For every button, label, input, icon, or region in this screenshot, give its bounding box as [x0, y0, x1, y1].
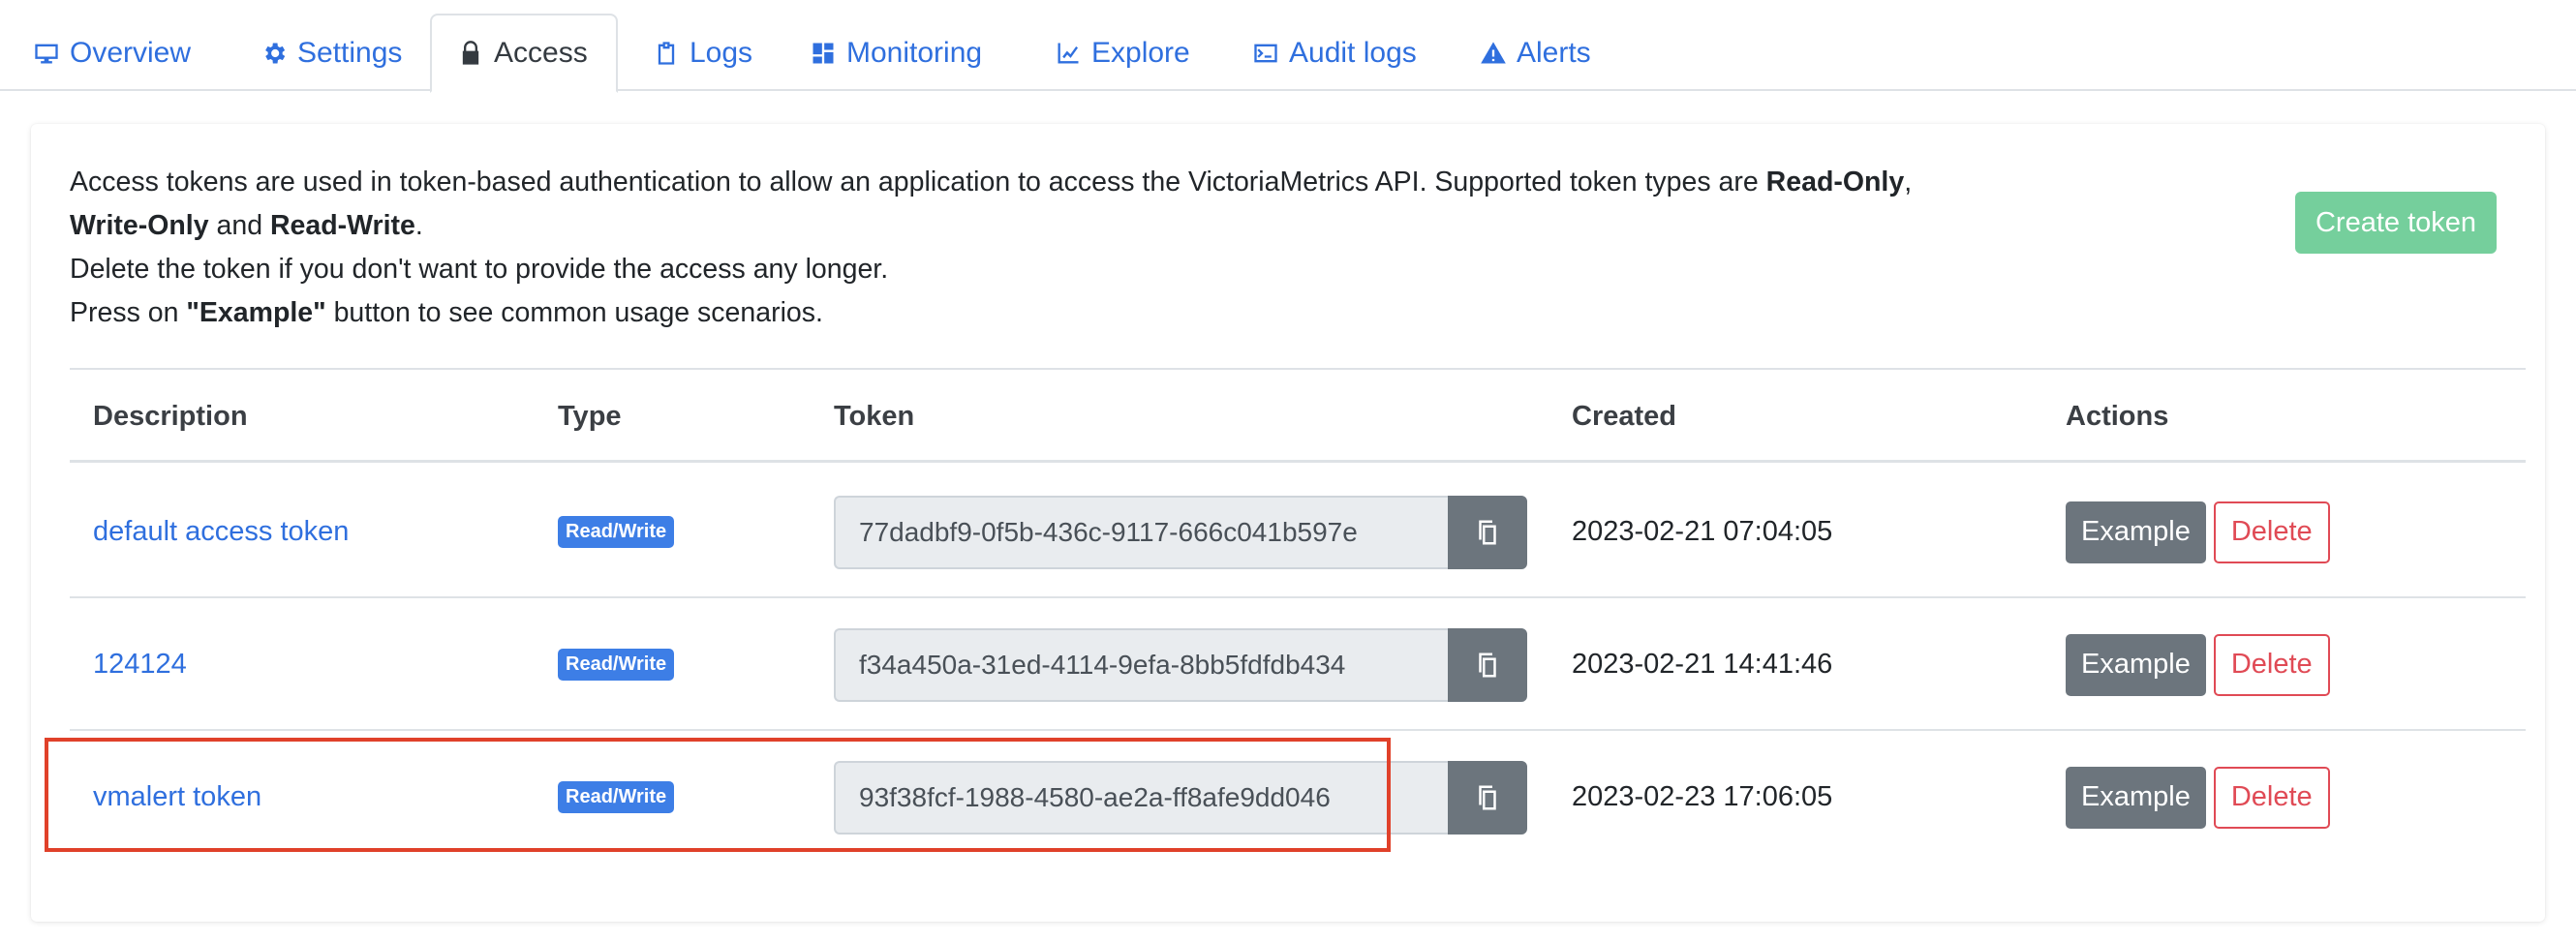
- intro-text: ,: [1904, 167, 1913, 197]
- token-value-field[interactable]: 93f38fcf-1988-4580-ae2a-ff8afe9dd046: [834, 760, 1448, 835]
- tab-settings[interactable]: Settings: [235, 14, 427, 93]
- terminal-icon: [1254, 44, 1277, 63]
- table-row: default access token Read/Write 77dadbf9…: [70, 466, 2526, 598]
- intro-line-4: Press on "Example" button to see common …: [70, 291, 2026, 335]
- tab-alerts[interactable]: Alerts: [1455, 14, 1616, 93]
- access-description: Access tokens are used in token-based au…: [70, 161, 2026, 335]
- token-type-badge: Read/Write: [558, 781, 675, 813]
- column-header-actions: Actions: [2066, 400, 2169, 432]
- token-created-date: 2023-02-21 07:04:05: [1572, 516, 1833, 547]
- token-type-badge: Read/Write: [558, 649, 675, 681]
- tab-bar: Overview Settings Access Logs Monitoring…: [0, 0, 2576, 93]
- column-header-token: Token: [834, 400, 915, 432]
- intro-line-2: Write-Only and Read-Write.: [70, 204, 2026, 248]
- delete-button[interactable]: Delete: [2213, 766, 2330, 829]
- token-description-link[interactable]: vmalert token: [93, 781, 261, 813]
- tab-label: Monitoring: [846, 37, 983, 69]
- tab-label: Logs: [690, 37, 753, 69]
- column-header-type: Type: [558, 400, 622, 432]
- tab-monitoring[interactable]: Monitoring: [784, 14, 1007, 93]
- tab-overview[interactable]: Overview: [8, 14, 216, 93]
- copy-token-button[interactable]: [1448, 495, 1527, 569]
- create-token-button[interactable]: Create token: [2295, 192, 2497, 254]
- tab-label: Overview: [70, 37, 192, 69]
- clipboard-icon: [658, 42, 675, 65]
- column-header-description: Description: [93, 400, 248, 432]
- copy-icon: [1479, 785, 1496, 809]
- intro-text: and: [208, 210, 270, 241]
- token-created-date: 2023-02-21 14:41:46: [1572, 649, 1833, 680]
- write-only-label: Write-Only: [70, 210, 209, 241]
- gear-icon: [265, 43, 286, 64]
- read-write-label: Read-Write: [269, 210, 415, 241]
- copy-token-button[interactable]: [1448, 760, 1527, 835]
- tab-label: Access: [494, 37, 588, 69]
- copy-token-button[interactable]: [1448, 627, 1527, 702]
- chart-line-icon: [1058, 43, 1079, 64]
- table-header: Description Type Token Created Actions: [70, 370, 2526, 463]
- token-type-badge: Read/Write: [558, 516, 675, 548]
- table-row: vmalert token Read/Write 93f38fcf-1988-4…: [70, 731, 2526, 864]
- tab-label: Audit logs: [1289, 37, 1417, 69]
- dashboard-icon: [813, 43, 834, 64]
- token-value-field[interactable]: 77dadbf9-0f5b-436c-9117-666c041b597e: [834, 495, 1448, 569]
- example-label: "Example": [186, 297, 326, 328]
- example-button[interactable]: Example: [2066, 501, 2206, 563]
- read-only-label: Read-Only: [1765, 167, 1905, 197]
- token-input-group: 77dadbf9-0f5b-436c-9117-666c041b597e: [834, 495, 1527, 569]
- tab-logs[interactable]: Logs: [628, 14, 778, 93]
- access-card: Access tokens are used in token-based au…: [31, 124, 2545, 922]
- intro-text: Press on: [70, 297, 187, 328]
- intro-text: .: [414, 210, 423, 241]
- example-button[interactable]: Example: [2066, 633, 2206, 696]
- token-description-link[interactable]: default access token: [93, 516, 349, 548]
- token-description-link[interactable]: 124124: [93, 649, 187, 681]
- token-input-group: 93f38fcf-1988-4580-ae2a-ff8afe9dd046: [834, 760, 1527, 835]
- warning-icon: [1481, 42, 1506, 64]
- example-button[interactable]: Example: [2066, 766, 2206, 829]
- copy-icon: [1479, 520, 1496, 544]
- intro-text: Access tokens are used in token-based au…: [70, 167, 1766, 197]
- delete-button[interactable]: Delete: [2213, 633, 2330, 696]
- tab-audit-logs[interactable]: Audit logs: [1227, 14, 1442, 93]
- delete-button[interactable]: Delete: [2213, 501, 2330, 563]
- intro-text: button to see common usage scenarios.: [325, 297, 823, 328]
- tab-explore[interactable]: Explore: [1029, 14, 1215, 93]
- token-created-date: 2023-02-23 17:06:05: [1572, 781, 1833, 812]
- token-value-field[interactable]: f34a450a-31ed-4114-9efa-8bb5fdfdb434: [834, 627, 1448, 702]
- tab-label: Alerts: [1517, 37, 1591, 69]
- token-input-group: f34a450a-31ed-4114-9efa-8bb5fdfdb434: [834, 627, 1527, 702]
- column-header-created: Created: [1572, 400, 1676, 432]
- copy-icon: [1479, 653, 1496, 677]
- intro-line-1: Access tokens are used in token-based au…: [70, 161, 2026, 204]
- monitor-icon: [35, 44, 58, 64]
- tab-access[interactable]: Access: [430, 14, 618, 93]
- tab-label: Settings: [297, 37, 403, 69]
- table-row: 124124 Read/Write f34a450a-31ed-4114-9ef…: [70, 598, 2526, 731]
- intro-line-3: Delete the token if you don't want to pr…: [70, 254, 889, 285]
- tab-label: Explore: [1091, 37, 1190, 69]
- lock-icon: [462, 41, 479, 65]
